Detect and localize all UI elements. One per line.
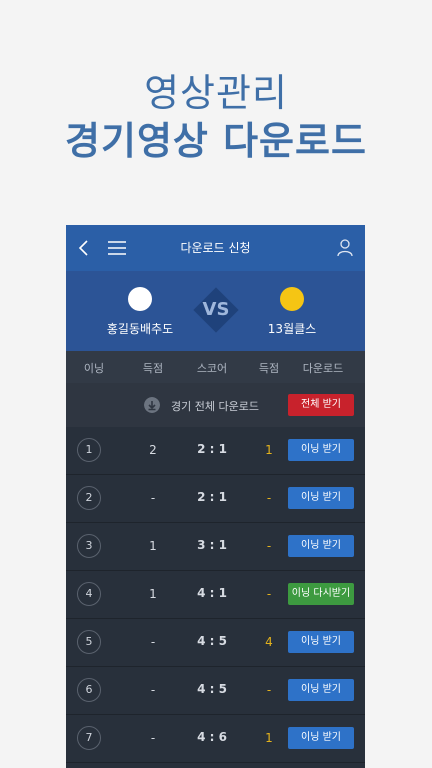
col-home-score: 득점 (142, 362, 164, 375)
inning-download-button[interactable]: 이닝 받기 (288, 631, 354, 653)
running-score: 4 : 1 (197, 586, 227, 600)
col-score: 스코어 (196, 362, 228, 375)
inning-number: 5 (77, 630, 101, 654)
home-team: 홍길동배추도 (80, 271, 200, 337)
running-score: 4 : 5 (197, 682, 227, 696)
away-team-name: 13월클스 (267, 322, 317, 336)
col-away-score: 득점 (258, 362, 280, 375)
promo-subtitle: 경기영상 다운로드 (65, 119, 367, 163)
away-run-count: - (266, 587, 272, 601)
running-score: 4 : 6 (197, 730, 227, 744)
running-score: 4 : 5 (197, 634, 227, 648)
away-run-count: 1 (265, 731, 273, 745)
inning-number: 6 (77, 678, 101, 702)
inning-download-button[interactable]: 이닝 받기 (288, 439, 354, 461)
inning-row: 3 1 3 : 1 - 이닝 받기 (66, 523, 365, 571)
column-header: 이닝 득점 스코어 득점 다운로드 (66, 351, 365, 383)
away-run-count: 1 (265, 443, 273, 457)
inning-number: 4 (77, 582, 101, 606)
all-download-row: 경기 전체 다운로드 전체 받기 (66, 383, 365, 427)
inning-download-button[interactable]: 이닝 받기 (288, 727, 354, 749)
download-icon (144, 397, 160, 413)
away-run-count: - (266, 539, 272, 553)
away-run-count: 4 (265, 635, 273, 649)
inning-download-button[interactable]: 이닝 받기 (288, 535, 354, 557)
user-icon[interactable] (335, 237, 355, 259)
app-bar: 다운로드 신청 (66, 225, 365, 271)
running-score: 2 : 1 (197, 442, 227, 456)
away-team-color (280, 287, 304, 311)
inning-number: 2 (77, 486, 101, 510)
inning-row: 7 - 4 : 6 1 이닝 받기 (66, 715, 365, 763)
home-run-count: - (150, 731, 156, 745)
all-download-label: 경기 전체 다운로드 (171, 400, 259, 413)
home-run-count: 1 (149, 539, 157, 553)
promo-title: 영상관리 (144, 71, 288, 115)
match-header: 홍길동배추도 VS 13월클스 (66, 271, 365, 351)
inning-row: 4 1 4 : 1 - 이닝 다시받기 (66, 571, 365, 619)
inning-list: 1 2 2 : 1 1 이닝 받기 2 - 2 : 1 - 이닝 받기 3 1 3 : 1 - 이닝 받기 4… (66, 427, 365, 763)
home-team-name: 홍길동배추도 (106, 322, 174, 336)
inning-row: 6 - 4 : 5 - 이닝 받기 (66, 667, 365, 715)
inning-number: 7 (77, 726, 101, 750)
running-score: 3 : 1 (197, 538, 227, 552)
inning-number: 1 (77, 438, 101, 462)
away-run-count: - (266, 683, 272, 697)
col-inning: 이닝 (83, 362, 105, 375)
home-team-color (128, 287, 152, 311)
col-download: 다운로드 (302, 362, 344, 375)
home-run-count: - (150, 491, 156, 505)
inning-row: 1 2 2 : 1 1 이닝 받기 (66, 427, 365, 475)
home-run-count: 2 (149, 443, 157, 457)
inning-download-button[interactable]: 이닝 받기 (288, 679, 354, 701)
running-score: 2 : 1 (197, 490, 227, 504)
screen-title: 다운로드 신청 (180, 241, 251, 255)
home-run-count: - (150, 635, 156, 649)
inning-download-button[interactable]: 이닝 받기 (288, 487, 354, 509)
inning-row: 2 - 2 : 1 - 이닝 받기 (66, 475, 365, 523)
inning-number: 3 (77, 534, 101, 558)
home-run-count: 1 (149, 587, 157, 601)
download-all-button[interactable]: 전체 받기 (288, 394, 354, 416)
away-team: 13월클스 (232, 271, 352, 337)
phone-screen: 다운로드 신청 홍길동배추도 VS 13월클스 이닝 득점 스코어 득점 다운로… (66, 225, 365, 768)
inning-row: 5 - 4 : 5 4 이닝 받기 (66, 619, 365, 667)
away-run-count: - (266, 491, 272, 505)
home-run-count: - (150, 683, 156, 697)
inning-download-button[interactable]: 이닝 다시받기 (288, 583, 354, 605)
